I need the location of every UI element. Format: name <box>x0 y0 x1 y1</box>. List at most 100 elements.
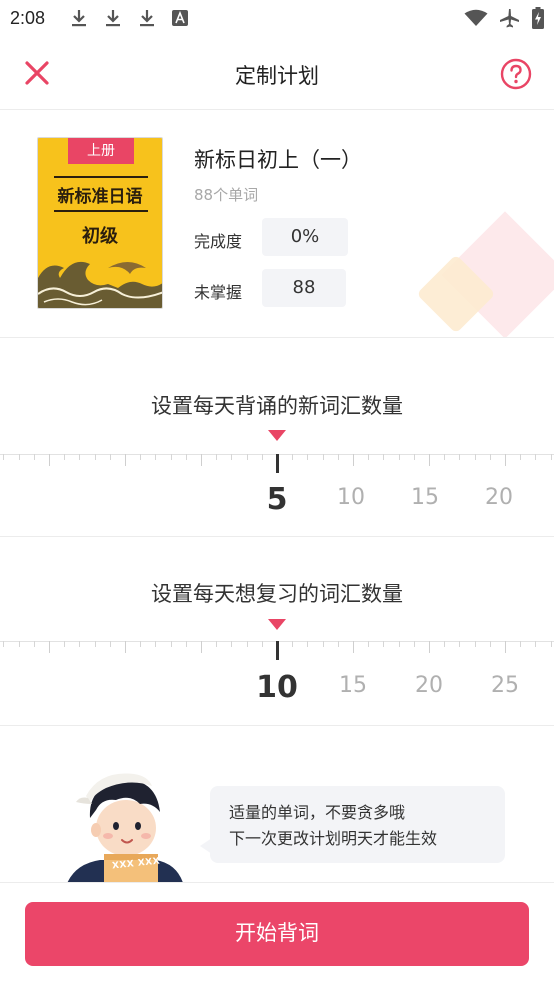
tip-line-1: 适量的单词，不要贪多哦 <box>229 803 406 822</box>
review-words-option[interactable]: 20 <box>404 673 454 698</box>
ruler-tick <box>155 641 156 647</box>
cover-divider <box>54 210 148 212</box>
completion-value: 0% <box>262 218 348 256</box>
ruler-tick <box>216 641 217 647</box>
ruler-tick <box>535 454 536 460</box>
new-words-option[interactable]: 10 <box>326 485 376 510</box>
new-words-option[interactable]: 20 <box>474 485 524 510</box>
ruler-tick <box>216 454 217 460</box>
ruler-tick <box>475 641 476 647</box>
ruler-tick <box>505 454 506 466</box>
status-time: 2:08 <box>10 8 46 28</box>
title-bar: 定制计划 <box>0 38 554 110</box>
ruler-tick <box>444 454 445 460</box>
ruler-tick <box>201 641 202 653</box>
ruler-tick <box>34 454 35 460</box>
ruler-tick <box>535 641 536 647</box>
unmastered-label: 未掌握 <box>194 283 243 302</box>
ruler-tick <box>171 641 172 647</box>
ruler-tick <box>383 454 384 460</box>
ruler-tick <box>520 454 521 460</box>
bubble-tail <box>200 838 212 854</box>
help-circle-icon[interactable] <box>500 58 532 90</box>
decorative-diamonds <box>418 211 554 337</box>
new-words-section: 设置每天背诵的新词汇数量 5 10 15 20 <box>0 338 554 537</box>
ruler-tick <box>231 641 232 647</box>
ruler-tick <box>64 641 65 647</box>
slider-pointer <box>268 619 286 630</box>
new-words-option[interactable]: 15 <box>400 485 450 510</box>
ruler-tick <box>505 641 506 653</box>
ruler-tick <box>338 454 339 460</box>
review-words-selected[interactable]: 10 <box>252 670 302 705</box>
review-words-option[interactable]: 15 <box>328 673 378 698</box>
tip-bubble: 适量的单词，不要贪多哦 下一次更改计划明天才能生效 <box>200 786 505 863</box>
ruler-tick <box>110 641 111 647</box>
ruler-tick <box>140 641 141 647</box>
ruler-tick <box>383 641 384 647</box>
ruler-tick <box>186 454 187 460</box>
ruler-center-mark <box>276 641 279 660</box>
new-words-title: 设置每天背诵的新词汇数量 <box>151 394 403 418</box>
ruler-tick <box>475 454 476 460</box>
ruler-tick <box>353 641 354 653</box>
ruler-tick <box>3 454 4 460</box>
ruler-tick <box>338 641 339 647</box>
ruler-tick <box>429 641 430 653</box>
review-words-option[interactable]: 25 <box>480 673 530 698</box>
ruler-tick <box>95 454 96 460</box>
book-name: 新标日初上（一） <box>194 148 362 172</box>
ruler-tick <box>368 454 369 460</box>
page-title: 定制计划 <box>235 64 319 88</box>
airplane-icon <box>500 9 519 28</box>
unmastered-value: 88 <box>262 269 346 307</box>
cover-divider <box>54 176 148 178</box>
ruler-tick <box>34 641 35 647</box>
ruler-tick <box>247 641 248 647</box>
ruler-tick <box>292 641 293 647</box>
wave-illustration <box>38 261 162 308</box>
download-icon <box>106 10 120 27</box>
wifi-icon <box>464 9 488 26</box>
ruler-tick <box>444 641 445 647</box>
ruler-tick <box>551 454 552 460</box>
ruler-tick <box>231 454 232 460</box>
ruler-tick <box>125 454 126 466</box>
ruler-tick <box>323 454 324 460</box>
ruler-tick <box>323 641 324 647</box>
ruler-tick <box>399 454 400 460</box>
ruler-tick <box>19 641 20 647</box>
completion-label: 完成度 <box>194 232 243 251</box>
status-bar: 2:08 <box>0 0 554 38</box>
ruler-center-mark <box>276 454 279 473</box>
start-button[interactable]: 开始背词 <box>25 902 529 966</box>
ruler-tick <box>414 454 415 460</box>
ruler-tick <box>155 454 156 460</box>
book-info-section: 上册 新标准日语 初级 新标日初上（一） 88个单词 完成度 0% 未掌握 88 <box>0 110 554 338</box>
review-words-title: 设置每天想复习的词汇数量 <box>151 582 403 606</box>
ruler-tick <box>201 454 202 466</box>
word-count: 88个单词 <box>194 186 259 204</box>
ruler-tick <box>551 641 552 647</box>
ruler-tick <box>414 641 415 647</box>
ruler-tick <box>490 454 491 460</box>
tip-section: XXX XXX 适量的单词，不要贪多哦 下一次更改计划明天才能生效 <box>0 726 554 882</box>
a-box-icon <box>172 10 188 26</box>
battery-charging-icon <box>532 7 544 29</box>
book-cover[interactable]: 上册 新标准日语 初级 <box>37 137 163 309</box>
download-icon <box>140 10 154 27</box>
ruler-tick <box>292 454 293 460</box>
ruler-tick <box>49 641 50 653</box>
ruler-tick <box>307 454 308 460</box>
ruler-tick <box>368 641 369 647</box>
ruler-tick <box>49 454 50 466</box>
ruler-tick <box>3 641 4 647</box>
slider-pointer <box>268 430 286 441</box>
ruler-tick <box>186 641 187 647</box>
ruler-tick <box>459 454 460 460</box>
ruler-tick <box>95 641 96 647</box>
ruler-tick <box>353 454 354 466</box>
cover-ribbon: 上册 <box>68 138 134 164</box>
new-words-selected[interactable]: 5 <box>252 482 302 517</box>
ruler-tick <box>247 454 248 460</box>
